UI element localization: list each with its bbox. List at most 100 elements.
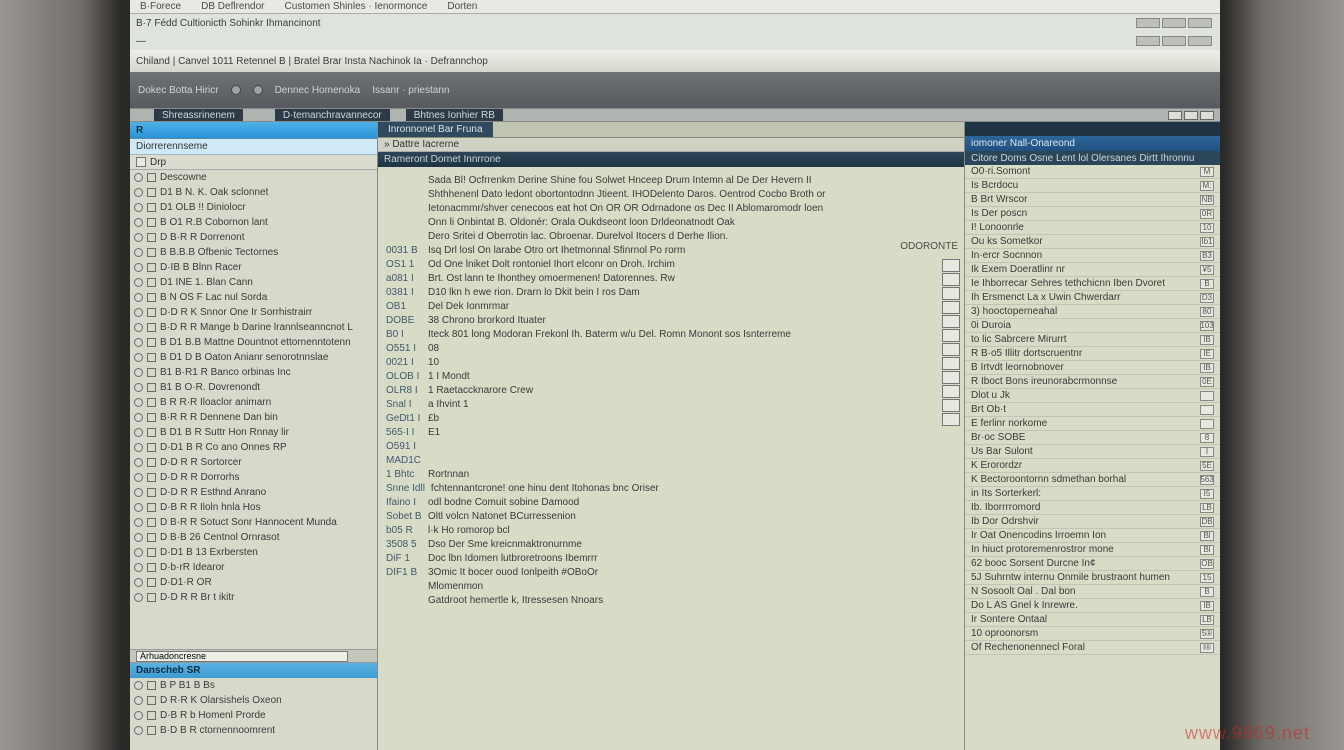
right-item[interactable]: Is Der poscn0R xyxy=(965,207,1220,221)
right-item[interactable]: N Sosoolt Oal . Dal bonB xyxy=(965,585,1220,599)
log-line[interactable]: 3508 5Dso Der Sme kreicnmaktronurnme xyxy=(386,537,956,551)
status-cell[interactable] xyxy=(942,343,960,356)
right-tab[interactable] xyxy=(965,122,1220,136)
log-line[interactable]: a081 IBrt. Ost lann te Ihonthey omoermen… xyxy=(386,271,956,285)
right-item[interactable]: Ik Exem Doeratlinr nr¥5 xyxy=(965,263,1220,277)
sidebar-item[interactable]: D·D R K Snnor One Ir Sorrhistrairr xyxy=(130,305,377,320)
log-line[interactable]: Sada Bl! Ocfrrenkm Derine Shine fou Solw… xyxy=(386,173,956,187)
sidebar-item[interactable]: Descowne xyxy=(130,170,377,185)
right-item[interactable]: In·ercr SocnnonB3 xyxy=(965,249,1220,263)
sidebar-item[interactable]: D·IB B Blnn Racer xyxy=(130,260,377,275)
radio-icon[interactable] xyxy=(134,458,143,467)
radio-icon[interactable] xyxy=(134,428,143,437)
status-cell[interactable] xyxy=(942,329,960,342)
log-line[interactable]: B0 IIteck 801 long Modoran Frekonl Ih. B… xyxy=(386,327,956,341)
status-cell[interactable] xyxy=(942,357,960,370)
log-line[interactable]: Gatdroot hemertle k, Itressesen Nnoars xyxy=(386,593,956,607)
sidebar-item[interactable]: D·b·rR Idearor xyxy=(130,560,377,575)
radio-icon[interactable] xyxy=(134,308,143,317)
right-item[interactable]: to lic Sabrcere MirurrtIB xyxy=(965,333,1220,347)
radio-icon[interactable] xyxy=(134,473,143,482)
radio-icon[interactable] xyxy=(134,278,143,287)
sidebar-item[interactable]: D B·R R Dorrenont xyxy=(130,230,377,245)
right-item[interactable]: Dlot u Jk xyxy=(965,389,1220,403)
radio-icon[interactable] xyxy=(134,548,143,557)
right-item[interactable]: R B·o5 Illitr dortscruentnrIE xyxy=(965,347,1220,361)
status-cell[interactable] xyxy=(942,273,960,286)
sidebar-item[interactable]: D·D1·R OR xyxy=(130,575,377,590)
radio-icon[interactable] xyxy=(134,563,143,572)
sidebar-item[interactable]: B O1 R.B Cobornon lant xyxy=(130,215,377,230)
right-item[interactable]: Ie Ihborrecar Sehres tethchicnn Iben Dvo… xyxy=(965,277,1220,291)
log-line[interactable]: 0021 I10 xyxy=(386,355,956,369)
tab[interactable]: Dorten xyxy=(441,1,483,12)
log-line[interactable]: O591 I xyxy=(386,439,956,453)
status-cell[interactable] xyxy=(942,399,960,412)
sidebar-item[interactable]: D·D R R Dorrorhs xyxy=(130,470,377,485)
sidebar-item[interactable]: B R R·R Iloaclor animarn xyxy=(130,395,377,410)
mini-control[interactable] xyxy=(1184,111,1198,120)
right-item[interactable]: Is BcrdocuM: xyxy=(965,179,1220,193)
win-min-icon[interactable] xyxy=(1136,36,1160,46)
radio-icon[interactable] xyxy=(134,533,143,542)
right-item[interactable]: Br·oc SOBE8 xyxy=(965,431,1220,445)
win-max-icon[interactable] xyxy=(1162,36,1186,46)
tab[interactable]: Customen Shinles · Ienormonce xyxy=(278,1,433,12)
sidebar-item[interactable]: B·R R R Dennene Dan bin xyxy=(130,410,377,425)
status-cell[interactable] xyxy=(942,413,960,426)
sidebar-item[interactable]: D·B R b Homenl Prorde xyxy=(130,708,377,723)
radio-icon[interactable] xyxy=(134,578,143,587)
thin-tab[interactable]: D·temanchravannecor xyxy=(275,109,390,122)
win-control[interactable] xyxy=(1188,18,1212,28)
radio-icon[interactable] xyxy=(134,323,143,332)
right-item[interactable]: Of Rechenonennecl ForalI® xyxy=(965,641,1220,655)
sidebar-item[interactable]: B·D R R Mange b Darine lrannlseanncnot L xyxy=(130,320,377,335)
log-line[interactable]: 0381 ID10 lkn h ewe rion. Drarn lo Dkit … xyxy=(386,285,956,299)
sidebar-section[interactable]: Danscheb SR xyxy=(130,663,377,678)
tab[interactable]: DB Deflrendor xyxy=(195,1,270,12)
right-item[interactable]: Ou ks SometkorIb1 xyxy=(965,235,1220,249)
sidebar-item[interactable]: D1 INE 1. Blan Cann xyxy=(130,275,377,290)
win-close-icon[interactable] xyxy=(1188,36,1212,46)
right-item[interactable]: R Iboct Bons ireunorabcrmonnse0E xyxy=(965,375,1220,389)
log-body[interactable]: Sada Bl! Ocfrrenkm Derine Shine fou Solw… xyxy=(378,167,964,750)
sidebar-item[interactable]: D·B R R Iloln hnla Hos xyxy=(130,500,377,515)
radio-icon[interactable] xyxy=(134,518,143,527)
right-item[interactable]: Ib Dor OdrshvirDB xyxy=(965,515,1220,529)
right-list[interactable]: O0·ri.SomontMIs BcrdocuM:B Brt WrscorNBI… xyxy=(965,165,1220,750)
toolbar-icon[interactable] xyxy=(253,85,263,95)
status-cell[interactable] xyxy=(942,259,960,272)
square-icon[interactable] xyxy=(136,157,146,167)
status-cell[interactable] xyxy=(942,385,960,398)
log-line[interactable]: GeDt1 I£b xyxy=(386,411,956,425)
radio-icon[interactable] xyxy=(134,726,143,735)
sidebar-item[interactable]: B D1 B R Suttr Hon Rnnay lir xyxy=(130,425,377,440)
status-cell[interactable] xyxy=(942,287,960,300)
radio-icon[interactable] xyxy=(134,593,143,602)
right-item[interactable]: E ferlinr norkome xyxy=(965,417,1220,431)
sidebar-item[interactable]: B1 B O·R. Dovrenondt xyxy=(130,380,377,395)
log-line[interactable]: Shthhenenl Dato ledont obortontodnn Jtie… xyxy=(386,187,956,201)
radio-icon[interactable] xyxy=(134,293,143,302)
right-item[interactable]: Ib. IborrrromordLB xyxy=(965,501,1220,515)
right-item[interactable]: Ir Oat Onencodins Irroemn IonBl xyxy=(965,529,1220,543)
sidebar-item[interactable]: D1 OLB !! Diniolocr xyxy=(130,200,377,215)
radio-icon[interactable] xyxy=(134,188,143,197)
sidebar-item[interactable]: B·D B R ctornennoomrent xyxy=(130,723,377,738)
log-line[interactable]: Snal Ia Ihvint 1 xyxy=(386,397,956,411)
sidebar-item[interactable]: B D1 D B Oaton Anianr senorotnnslae xyxy=(130,350,377,365)
right-item[interactable]: Brt Ob·t xyxy=(965,403,1220,417)
right-item[interactable]: 5J Suhrntw internu Onmile brustraont hum… xyxy=(965,571,1220,585)
right-item[interactable]: K Bectoroontornn sdmethan borhal563 xyxy=(965,473,1220,487)
log-line[interactable]: 565·I IE1 xyxy=(386,425,956,439)
sidebar-list[interactable]: DescowneD1 B N. K. Oak sclonnetD1 OLB !!… xyxy=(130,170,377,649)
radio-icon[interactable] xyxy=(134,233,143,242)
log-line[interactable]: b05 Rl·k Ho romorop bcl xyxy=(386,523,956,537)
search-input[interactable] xyxy=(136,651,348,662)
log-line[interactable]: OS1 1Od One lniket Dolt rontoniel Ihort … xyxy=(386,257,956,271)
right-item[interactable]: I! Lonoonrle10 xyxy=(965,221,1220,235)
radio-icon[interactable] xyxy=(134,263,143,272)
log-line[interactable]: O551 I08 xyxy=(386,341,956,355)
radio-icon[interactable] xyxy=(134,503,143,512)
win-control[interactable] xyxy=(1162,18,1186,28)
